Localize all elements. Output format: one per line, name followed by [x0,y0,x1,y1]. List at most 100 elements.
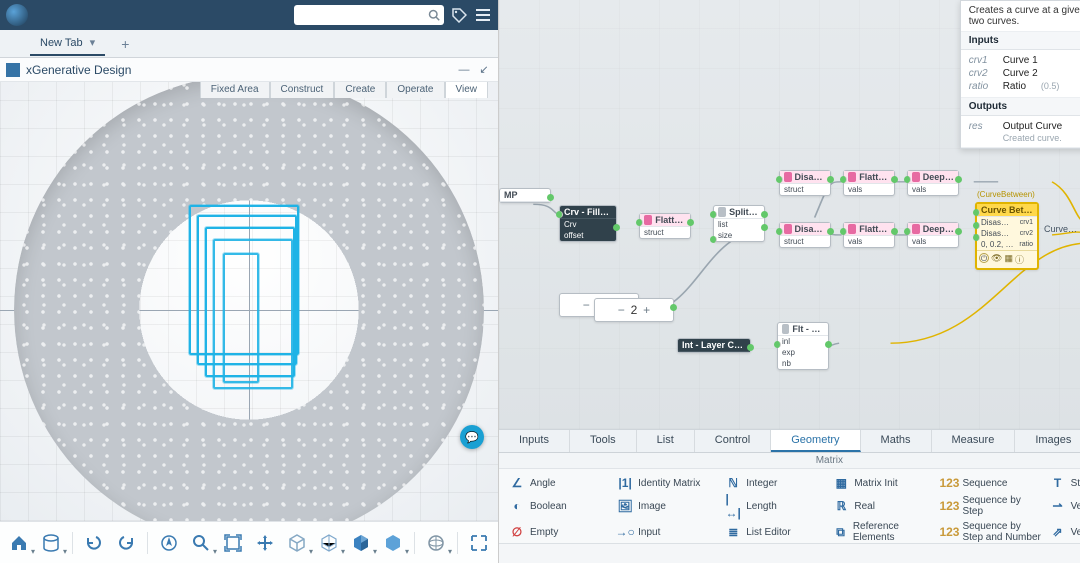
info-icon[interactable]: ⓘ [1015,253,1024,266]
tool-angle[interactable]: ∠Angle [509,475,609,491]
node-deepen8[interactable]: Deepen.8 vals [907,222,959,248]
integer-icon: ℕ [725,475,741,491]
node-disassem-1[interactable]: Disassem struct [779,170,831,196]
node-graph-canvas[interactable]: MP Crv - Filletted Crv offset Flatten.5 … [499,0,1080,429]
vp-tab-view[interactable]: View [445,82,489,98]
globe-icon[interactable]: ▾ [425,532,447,554]
tab-dropdown-icon[interactable]: ▾ [86,37,96,49]
tool-image-label: Image [638,501,666,512]
chat-icon[interactable]: 💬 [460,425,484,449]
tool-length[interactable]: |↔|Length [725,495,825,517]
3d-viewport[interactable]: Fixed Area Construct Create Operate View… [0,82,498,521]
tool-seq-step-num-label: Sequence by Step and Number [962,521,1041,543]
node-split-list[interactable]: Split List list size [713,205,765,242]
cat-maths[interactable]: Maths [861,430,932,452]
tool-real-label: Real [854,501,875,512]
eye-icon[interactable]: 👁 [991,253,1002,266]
menu-icon[interactable] [474,6,492,24]
cat-geometry[interactable]: Geometry [771,430,860,452]
val2-plus[interactable]: + [641,303,653,317]
tool-identity-matrix[interactable]: |1|Identity Matrix [617,475,717,491]
node-crv-filletted[interactable]: Crv - Filletted Crv offset [559,205,617,242]
node-deepen7[interactable]: Deepen.7 vals [907,170,959,196]
panel-collapse-icon[interactable]: ↙ [476,62,492,78]
empty-icon: ∅ [509,524,525,540]
node-cb-note: (CurveBetween) [977,190,1035,199]
panel-minimize-icon[interactable]: — [456,62,472,78]
flatten-icon [848,172,856,182]
node-disassem-2[interactable]: Disassem struct [779,222,831,248]
val1-minus[interactable]: − [580,298,592,312]
power-icon[interactable]: ⏻ [979,253,989,263]
tool-boolean[interactable]: ◐Boolean [509,495,609,517]
redo-icon[interactable] [115,532,137,554]
cat-list[interactable]: List [637,430,695,452]
string-icon: T [1050,475,1066,491]
move-icon[interactable] [254,532,276,554]
tool-real[interactable]: ℝReal [833,495,933,517]
node-mp[interactable]: MP [499,188,551,203]
undo-icon[interactable] [83,532,105,554]
tool-vector[interactable]: ⇀Vector [1050,495,1080,517]
compass-icon[interactable] [158,532,180,554]
tab-new[interactable]: New Tab ▾ [30,31,105,56]
vp-tab-construct[interactable]: Construct [270,82,335,98]
add-tab-button[interactable]: + [115,36,135,52]
app-logo [6,4,28,26]
node-flatten8[interactable]: Flatten.8 vals [843,170,895,196]
tool-seq-step-num[interactable]: 123Sequence by Step and Number [941,521,1041,543]
node-flatten9-title: Flatten.9 [859,224,890,234]
in3-key: ratio [969,81,997,92]
model-wireframe[interactable] [189,205,309,395]
cat-measure[interactable]: Measure [932,430,1016,452]
tool-image[interactable]: 🖼Image [617,495,717,517]
node-flatten9[interactable]: Flatten.9 vals [843,222,895,248]
tool-empty[interactable]: ∅Empty [509,521,609,543]
search-input[interactable] [294,5,444,25]
expand-icon[interactable] [468,532,490,554]
popup-description: Creates a curve at a given ratio between… [961,1,1080,32]
cat-images[interactable]: Images [1015,430,1080,452]
node-flatten5-title: Flatten.5 [655,215,686,225]
shaded2-icon[interactable]: ▾ [382,532,404,554]
cat-inputs[interactable]: Inputs [499,430,570,452]
popup-inputs-label: Inputs [961,32,1080,50]
tool-matrix-init[interactable]: ▦Matrix Init [833,475,933,491]
seq-step-icon: 123 [941,498,957,514]
tool-ref-elements[interactable]: ⧉Reference Elements [833,521,933,543]
vp-tab-fixed-area[interactable]: Fixed Area [200,82,270,98]
tag-icon[interactable] [450,6,468,24]
in3-val: Ratio [1003,81,1026,92]
in3-hint: (0.5) [1041,81,1060,92]
cube-icon[interactable]: ▾ [286,532,308,554]
database-icon[interactable]: ▾ [40,532,62,554]
home-icon[interactable]: ▾ [8,532,30,554]
val2-minus[interactable]: − [615,303,627,317]
node-int-layer-count[interactable]: Int - Layer Count [677,338,751,353]
tool-integer[interactable]: ℕInteger [725,475,825,491]
tool-vector3[interactable]: ⇗Vector 3 [1050,521,1080,543]
tool-input[interactable]: →○Input [617,521,717,543]
node-flatten5[interactable]: Flatten.5 struct [639,213,691,239]
vp-tab-create[interactable]: Create [334,82,386,98]
vp-tab-operate[interactable]: Operate [386,82,444,98]
zoom-icon[interactable]: ▾ [190,532,212,554]
node-flt-row3: nb [778,358,828,369]
node-curve-between[interactable]: (CurveBetween) Curve Between Disas…crv1 … [975,202,1039,270]
grid-icon[interactable]: ▦ [1004,253,1013,266]
tool-vector-label: Vector [1071,501,1080,512]
panel-app-icon [6,63,20,77]
tool-string[interactable]: TString [1050,475,1080,491]
fit-icon[interactable] [222,532,244,554]
tool-sequence[interactable]: 123Sequence [941,475,1041,491]
shaded-icon[interactable]: ▾ [350,532,372,554]
node-value-2[interactable]: − 2 + [594,298,674,322]
node-flt-layer[interactable]: Flt - Layer inl exp nb [777,322,829,370]
wireframe-icon[interactable]: ▾ [318,532,340,554]
tool-seq-step[interactable]: 123Sequence by Step [941,495,1041,517]
cat-tools[interactable]: Tools [570,430,637,452]
popup-outputs-label: Outputs [961,98,1080,116]
tool-list-editor[interactable]: ≣List Editor [725,521,825,543]
tool-angle-label: Angle [530,478,556,489]
cat-control[interactable]: Control [695,430,771,452]
